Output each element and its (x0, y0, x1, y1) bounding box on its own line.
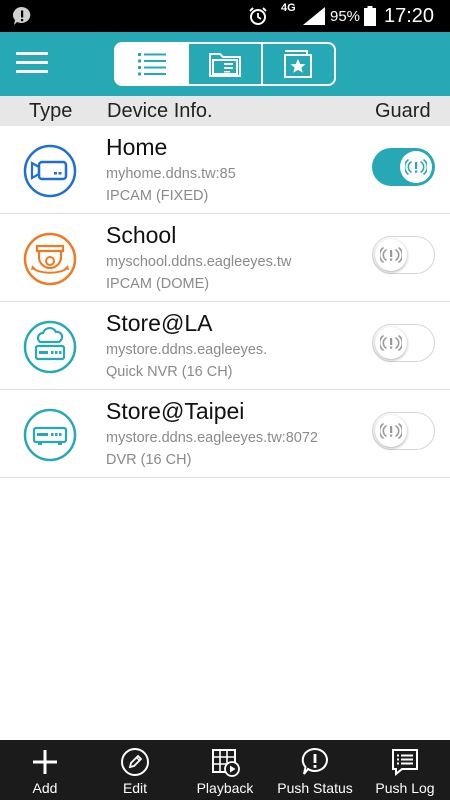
device-row-school[interactable]: School myschool.ddns.eagleeyes.tw IPCAM … (0, 214, 450, 302)
dvr-icon (23, 408, 77, 462)
guard-toggle-school[interactable] (372, 236, 435, 274)
add-label: Add (32, 780, 58, 796)
tab-favorites[interactable] (260, 44, 334, 84)
ipcam-dome-icon (23, 232, 77, 286)
guard-alarm-icon (375, 327, 407, 359)
header-guard: Guard (375, 100, 431, 122)
push-status-label: Push Status (277, 780, 353, 796)
bottom-bar: Add Edit Playback Push Status Push Log (0, 740, 450, 800)
alarm-icon (249, 7, 267, 25)
battery-icon (364, 6, 376, 26)
notification-icon (13, 7, 31, 25)
edit-label: Edit (122, 780, 148, 796)
device-name: Home (106, 134, 168, 160)
network-type: 4G (281, 2, 296, 14)
folder-icon (208, 53, 241, 77)
cloud-nvr-icon (23, 320, 77, 374)
device-type: DVR (16 CH) (106, 452, 192, 468)
device-row-store-la[interactable]: Store@LA mystore.ddns.eagleeyes. Quick N… (0, 302, 450, 390)
edit-pencil-icon (121, 748, 149, 776)
app-bar (0, 32, 450, 96)
edit-button[interactable]: Edit (90, 740, 180, 800)
push-log-icon (392, 749, 418, 777)
push-status-button[interactable]: Push Status (270, 740, 360, 800)
signal-icon (303, 7, 325, 25)
guard-toggle-home[interactable] (372, 148, 435, 186)
guard-toggle-store-la[interactable] (372, 324, 435, 362)
list-icon (137, 53, 166, 76)
menu-icon[interactable] (16, 52, 48, 76)
add-button[interactable]: Add (0, 740, 90, 800)
device-name: School (106, 222, 177, 248)
device-type: Quick NVR (16 CH) (106, 364, 233, 380)
battery-percent: 95% (330, 8, 361, 25)
device-list: Home myhome.ddns.tw:85 IPCAM (FIXED) Sch… (0, 126, 450, 478)
list-header: Type Device Info. Guard (0, 96, 450, 126)
device-type: IPCAM (DOME) (106, 276, 210, 292)
device-host: mystore.ddns.eagleeyes. (106, 342, 268, 358)
device-name: Store@Taipei (106, 398, 245, 424)
device-name: Store@LA (106, 310, 213, 336)
guard-alarm-icon (375, 415, 407, 447)
favorites-icon (284, 50, 313, 78)
push-log-button[interactable]: Push Log (360, 740, 450, 800)
device-host: myschool.ddns.eagleeyes.tw (106, 254, 292, 270)
view-switcher (114, 42, 336, 86)
screen: 4G 95% 17:20 Type Device Info. Guard Hom… (0, 0, 450, 800)
device-row-home[interactable]: Home myhome.ddns.tw:85 IPCAM (FIXED) (0, 126, 450, 214)
playback-icon (212, 749, 240, 777)
header-device-info: Device Info. (107, 100, 213, 122)
guard-toggle-store-taipei[interactable] (372, 412, 435, 450)
plus-icon (33, 750, 57, 774)
tab-folder[interactable] (187, 44, 260, 84)
guard-alarm-icon (375, 239, 407, 271)
header-type: Type (29, 100, 73, 122)
device-host: myhome.ddns.tw:85 (106, 166, 236, 182)
tab-device-list[interactable] (116, 44, 188, 84)
device-host: mystore.ddns.eagleeyes.tw:8072 (106, 430, 318, 446)
playback-label: Playback (196, 780, 254, 796)
device-row-store-taipei[interactable]: Store@Taipei mystore.ddns.eagleeyes.tw:8… (0, 390, 450, 478)
playback-button[interactable]: Playback (180, 740, 270, 800)
ipcam-fixed-icon (23, 144, 77, 198)
push-status-icon (301, 747, 328, 775)
clock: 17:20 (384, 5, 435, 27)
push-log-label: Push Log (375, 780, 435, 796)
device-type: IPCAM (FIXED) (106, 188, 209, 204)
status-bar: 4G 95% 17:20 (0, 0, 450, 32)
guard-alarm-icon (400, 151, 432, 183)
